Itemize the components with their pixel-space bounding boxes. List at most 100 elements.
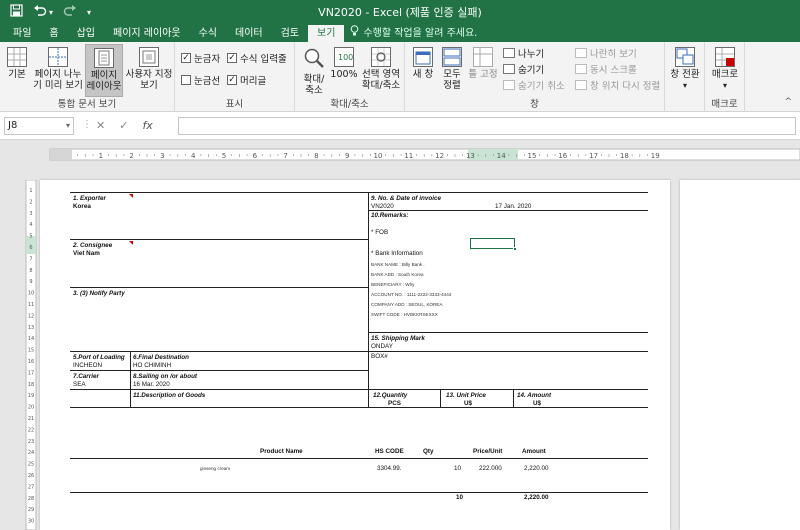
invoice-date[interactable]: 17 Jan. 2020 [495,203,531,210]
cancel-icon[interactable]: ✕ [96,117,105,135]
switch-windows-button[interactable]: 창 전환 ▾ [669,44,701,91]
port-loading-value[interactable]: INCHEON [73,362,102,369]
amount-label: 14. Amount [517,392,552,399]
unhide-button[interactable]: 숨기기 취소 [503,78,565,92]
enter-icon[interactable]: ✓ [119,117,128,135]
redo-icon[interactable] [63,4,77,20]
invoice-no-value[interactable]: VN2020 [371,203,394,210]
tab-formulas[interactable]: 수식 [190,25,226,42]
total-amount[interactable]: 2,220.00 [524,494,549,501]
undo-icon[interactable] [33,4,47,20]
fill-handle[interactable] [513,247,517,251]
zoom-to-selection-button[interactable]: 선택 영역 확대/축소 [359,44,403,91]
col-amount: Amount [522,448,546,455]
sailing-value[interactable]: 16 Mar. 2020 [133,381,170,388]
row-price[interactable]: 222.000 [479,465,502,472]
formula-input[interactable] [178,117,796,135]
row-hs-code[interactable]: 3304.99. [377,465,402,472]
vruler-number: 10 [28,291,34,297]
tell-me-box[interactable]: 수행할 작업을 알려 주세요. [350,25,477,42]
save-icon[interactable] [10,4,23,20]
new-window-button[interactable]: 새 창 [409,44,437,80]
normal-view-button[interactable]: 기본 [4,44,30,80]
bank-name-text[interactable]: BANK NAME : Billy Bank . [371,262,425,267]
arrange-all-button[interactable]: 모두 정렬 [439,44,465,91]
vruler-number: 24 [28,450,34,456]
reset-window-position-button[interactable]: 창 위치 다시 정렬 [575,78,660,92]
tab-insert[interactable]: 삽입 [68,25,104,42]
window-label: 창 [530,99,539,110]
final-destination-value[interactable]: HO CHIMINH [133,362,171,369]
freeze-panes-button[interactable]: 틀 고정 [467,44,499,80]
shipping-mark-2[interactable]: BOX# [371,353,388,360]
zoom-label: 확대/축소 [330,99,369,110]
bank-info-text[interactable]: * Bank Information [371,250,423,257]
total-qty[interactable]: 10 [456,494,463,501]
collapse-ribbon-icon[interactable]: ^ [784,97,792,107]
gridlines-checkbox[interactable]: 눈금선 [181,73,220,87]
tab-page-layout[interactable]: 페이지 레이아웃 [104,25,190,42]
ruler-number: 4 [191,152,196,160]
formula-bar-check-icon: ✓ [227,53,237,63]
ruler-number: 15 [528,152,537,160]
vruler-number: 13 [28,325,34,331]
window-group: 새 창 모두 정렬 틀 고정 나누기 숨기기 숨기기 취소 나란히 보기 동시 … [405,42,665,112]
company-add-text[interactable]: COMPANY ADD : SEOUL, KOREA [371,302,443,307]
tab-view[interactable]: 보기 [308,25,345,42]
exporter-value[interactable]: Korea [73,203,91,210]
selected-cell-j8[interactable] [470,238,517,251]
tab-home[interactable]: 홈 [40,25,67,42]
ruler-highlight [468,149,518,160]
vruler-number: 15 [28,348,34,354]
fob-text[interactable]: * FOB [371,229,388,236]
comment-indicator-icon [129,241,133,245]
side-by-side-button[interactable]: 나란히 보기 [575,46,637,60]
hide-button[interactable]: 숨기기 [503,62,544,76]
ruler-number: 19 [651,152,660,160]
row-qty[interactable]: 10 [454,465,461,472]
tab-data[interactable]: 데이터 [226,25,272,42]
vruler-number: 30 [28,519,34,525]
row-amount[interactable]: 2,220.00 [524,465,549,472]
split-button[interactable]: 나누기 [503,46,544,60]
show-label: 표시 [225,99,244,110]
page-layout-view-button[interactable]: 페이지 레이아웃 [85,44,123,97]
macros-button[interactable]: 매크로 ▾ [708,44,742,91]
swift-code-text[interactable]: SWIFT CODE : HVBKKRSEXXX [371,312,438,317]
amount-unit: U$ [533,400,542,407]
account-no-text[interactable]: ACCOUNT NO. : 1111-2222-3333-4444 [371,292,451,297]
beneficiary-text[interactable]: BENEFICIARY : Why [371,282,414,287]
undo-dropdown-icon[interactable]: ▾ [49,8,53,17]
insert-function-icon[interactable]: fx [142,117,152,135]
reset-position-icon [575,80,587,90]
ruler-checkbox[interactable]: ✓ 눈금자 [181,51,220,65]
vruler-number: 25 [28,462,34,468]
tab-review[interactable]: 검토 [272,25,308,42]
vruler-number: 14 [28,336,34,342]
name-box-dropdown-icon[interactable]: ▾ [66,118,70,134]
zoom-100-button[interactable]: 100 100% [330,44,358,80]
headings-checkbox[interactable]: ✓ 머리글 [227,73,266,87]
page-break-preview-button[interactable]: 페이지 나누 기 미리 보기 [32,44,84,91]
tab-file[interactable]: 파일 [4,25,40,42]
ruler-number: 10 [374,152,383,160]
row-product[interactable]: ginseng cream [200,466,230,471]
sync-scroll-button[interactable]: 동시 스크롤 [575,62,637,76]
shipping-mark-1[interactable]: ONDAY [371,343,393,350]
vertical-ruler: 1 2 3 4 5 6 7 8 9 10 11 12 13 14 15 16 17 18 19 20 21 22 23 24 2… [0,180,40,530]
border-top [70,192,648,193]
formula-bar-checkbox[interactable]: ✓ 수식 입력줄 [227,51,287,65]
col-price-unit: Price/Unit [473,448,503,455]
description-label: 11.Description of Goods [133,392,206,399]
carrier-value[interactable]: SEA [73,381,86,388]
consignee-value[interactable]: Viet Nam [73,250,100,257]
zoom-button[interactable]: 확대/ 축소 [299,44,329,96]
side-by-side-icon [575,48,587,58]
hide-icon [503,64,515,74]
bank-add-text[interactable]: BANK ADD : South Korea [371,272,424,277]
custom-views-button[interactable]: 사용자 지정 보기 [124,44,174,91]
port-divider [130,351,131,407]
customize-toolbar-icon[interactable]: ▾ [87,8,91,17]
name-box[interactable]: J8 ▾ [4,117,74,135]
macros-icon [715,47,735,67]
